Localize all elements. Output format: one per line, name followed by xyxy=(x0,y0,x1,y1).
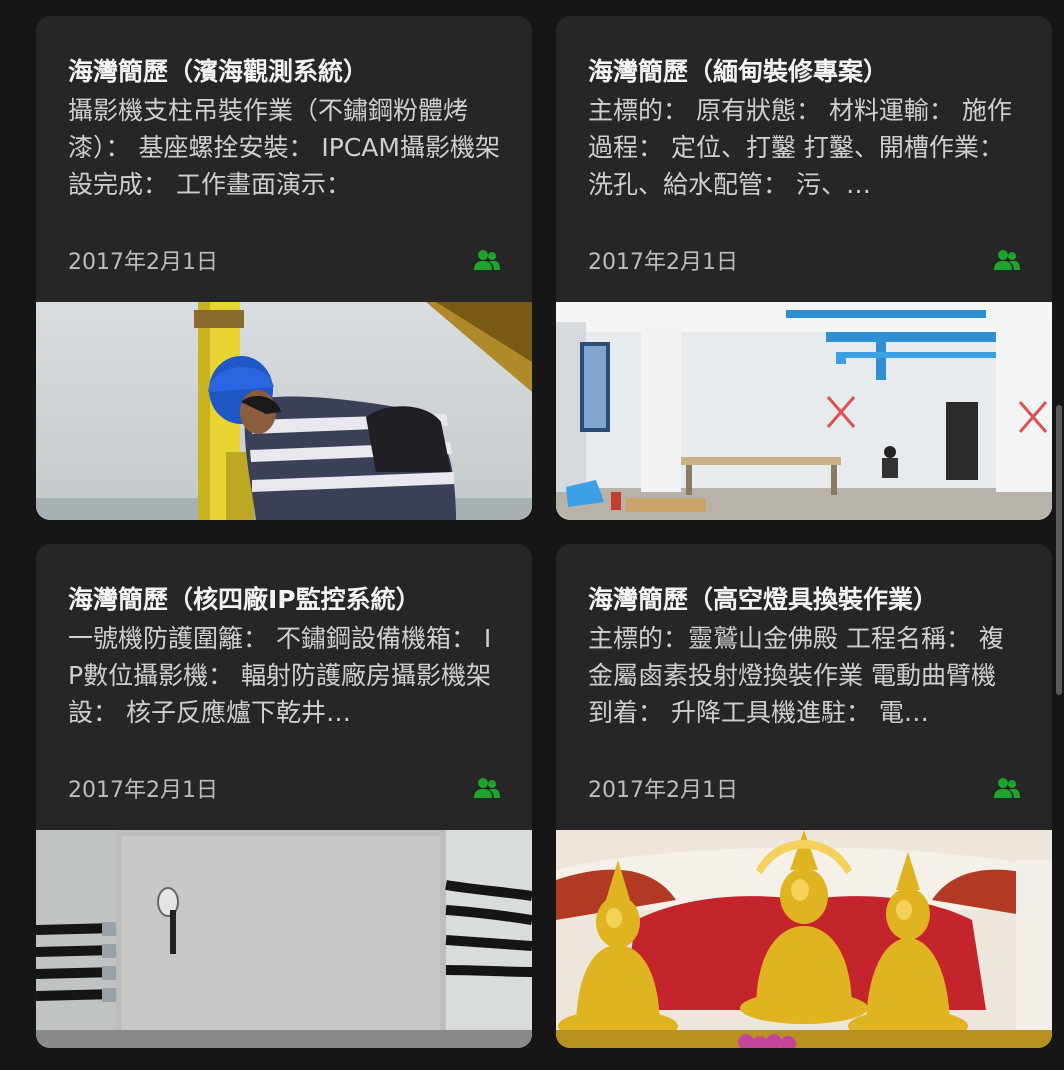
project-card[interactable]: 海灣簡歷（高空燈具換裝作業） 主標的：靈鷲山金佛殿 工程名稱： 複金屬鹵素投射燈… xyxy=(556,544,1052,1048)
project-card[interactable]: 海灣簡歷（濱海觀測系統） 攝影機支柱吊裝作業（不鏽鋼粉體烤漆）： 基座螺拴安裝：… xyxy=(36,16,532,520)
card-snippet: 一號機防護圍籬： 不鏽鋼設備機箱： IP數位攝影機： 輻射防護廠房攝影機架設： … xyxy=(68,624,492,727)
card-date: 2017年2月1日 xyxy=(588,250,738,275)
card-title: 海灣簡歷（濱海觀測系統） xyxy=(68,57,369,86)
scrollbar[interactable] xyxy=(1056,405,1062,695)
shared-people-icon xyxy=(474,249,500,271)
card-image xyxy=(556,830,1052,1048)
card-date: 2017年2月1日 xyxy=(588,778,738,803)
card-title: 海灣簡歷（高空燈具換裝作業） xyxy=(588,585,939,614)
card-snippet: 攝影機支柱吊裝作業（不鏽鋼粉體烤漆）： 基座螺拴安裝： IPCAM攝影機架設完成… xyxy=(68,96,500,199)
card-title: 海灣簡歷（核四廠IP監控系統） xyxy=(68,585,421,614)
card-date: 2017年2月1日 xyxy=(68,250,218,275)
card-date: 2017年2月1日 xyxy=(68,778,218,803)
project-card[interactable]: 海灣簡歷（緬甸裝修專案） 主標的： 原有狀態： 材料運輸： 施作過程： 定位、打… xyxy=(556,16,1052,520)
card-title: 海灣簡歷（緬甸裝修專案） xyxy=(588,57,889,86)
card-snippet: 主標的：靈鷲山金佛殿 工程名稱： 複金屬鹵素投射燈換裝作業 電動曲臂機到着： 升… xyxy=(588,624,1004,727)
card-image xyxy=(36,302,532,520)
shared-people-icon xyxy=(994,249,1020,271)
card-image xyxy=(36,830,532,1048)
card-snippet: 主標的： 原有狀態： 材料運輸： 施作過程： 定位、打鑿 打鑿、開槽作業： 洗孔… xyxy=(588,96,1012,199)
project-card[interactable]: 海灣簡歷（核四廠IP監控系統） 一號機防護圍籬： 不鏽鋼設備機箱： IP數位攝影… xyxy=(36,544,532,1048)
card-image xyxy=(556,302,1052,520)
shared-people-icon xyxy=(474,777,500,799)
shared-people-icon xyxy=(994,777,1020,799)
